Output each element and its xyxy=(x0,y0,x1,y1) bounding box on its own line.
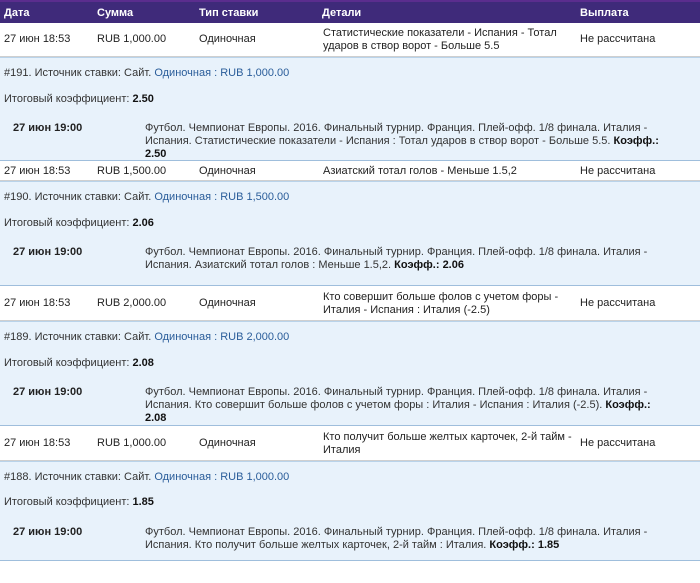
bet-date: 27 июн 18:53 xyxy=(4,164,71,177)
bet-source: #189. Источник ставки: Сайт. Одиночная :… xyxy=(4,331,289,343)
bet-total-coefficient: Итоговый коэффициент: 2.06 xyxy=(4,217,154,229)
event-coeff-label: Коэфф.: xyxy=(489,539,535,551)
event-description: Футбол. Чемпионат Европы. 2016. Финальны… xyxy=(145,122,665,161)
bet-source-link[interactable]: Одиночная : RUB 1,000.00 xyxy=(154,67,289,79)
bet-type: Одиночная xyxy=(199,33,256,45)
bet-amount: RUB 1,000.00 xyxy=(97,33,167,45)
event-coeff-value: 2.06 xyxy=(442,259,464,271)
event-coeff-label: Коэфф.: xyxy=(394,259,440,271)
bet-source-prefix: #191. Источник ставки: Сайт. xyxy=(4,67,152,79)
event-coeff-value: 2.50 xyxy=(145,148,167,160)
bet-summary-row[interactable]: 27 июн 18:53 RUB 1,500.00 Одиночная Азиа… xyxy=(0,162,700,181)
bet-payout: Не рассчитана xyxy=(580,297,656,309)
event-time: 27 июн 19:00 xyxy=(13,526,83,538)
table-header: Дата Сумма Тип ставки Детали Выплата xyxy=(0,2,700,23)
coef-label: Итоговый коэффициент: xyxy=(4,217,130,229)
event-text: Футбол. Чемпионат Европы. 2016. Финальны… xyxy=(145,386,648,411)
bet-details: Кто совершит больше фолов с учетом форы … xyxy=(323,290,559,316)
event-description: Футбол. Чемпионат Европы. 2016. Финальны… xyxy=(145,386,665,425)
header-details: Детали xyxy=(322,6,362,19)
bet-summary-row[interactable]: 27 июн 18:53 RUB 1,000.00 Одиночная Кто … xyxy=(0,427,700,461)
event-time: 27 июн 19:00 xyxy=(13,122,83,134)
event-text: Футбол. Чемпионат Европы. 2016. Финальны… xyxy=(145,526,648,551)
event-time: 27 июн 19:00 xyxy=(13,246,83,258)
event-coeff-label: Коэфф.: xyxy=(605,399,651,411)
bet-amount: RUB 2,000.00 xyxy=(97,297,167,309)
bet-type: Одиночная xyxy=(199,297,256,309)
coef-label: Итоговый коэффициент: xyxy=(4,496,130,508)
bet-entry: 27 июн 18:53 RUB 2,000.00 Одиночная Кто … xyxy=(0,287,700,427)
event-description: Футбол. Чемпионат Европы. 2016. Финальны… xyxy=(145,526,665,552)
bet-source: #191. Источник ставки: Сайт. Одиночная :… xyxy=(4,67,289,79)
bet-date: 27 июн 18:53 xyxy=(4,437,71,449)
bet-details-panel: #191. Источник ставки: Сайт. Одиночная :… xyxy=(0,57,700,161)
bet-source-prefix: #189. Источник ставки: Сайт. xyxy=(4,331,152,343)
bet-details-panel: #188. Источник ставки: Сайт. Одиночная :… xyxy=(0,461,700,561)
bet-type: Одиночная xyxy=(199,437,256,449)
event-description: Футбол. Чемпионат Европы. 2016. Финальны… xyxy=(145,246,665,272)
bet-summary-row[interactable]: 27 июн 18:53 RUB 1,000.00 Одиночная Стат… xyxy=(0,23,700,57)
bet-source-link[interactable]: Одиночная : RUB 1,000.00 xyxy=(154,471,289,483)
bet-source-link[interactable]: Одиночная : RUB 2,000.00 xyxy=(154,331,289,343)
bet-entry: 27 июн 18:53 RUB 1,000.00 Одиночная Стат… xyxy=(0,23,700,162)
coef-label: Итоговый коэффициент: xyxy=(4,93,130,105)
event-text: Футбол. Чемпионат Европы. 2016. Финальны… xyxy=(145,122,648,147)
event-time: 27 июн 19:00 xyxy=(13,386,83,398)
bet-entry: 27 июн 18:53 RUB 1,000.00 Одиночная Кто … xyxy=(0,427,700,562)
bet-payout: Не рассчитана xyxy=(580,437,656,449)
header-payout: Выплата xyxy=(580,6,629,19)
bet-amount: RUB 1,000.00 xyxy=(97,437,167,449)
bet-date: 27 июн 18:53 xyxy=(4,33,71,45)
bet-details-panel: #190. Источник ставки: Сайт. Одиночная :… xyxy=(0,181,700,286)
bet-source-link[interactable]: Одиночная : RUB 1,500.00 xyxy=(154,191,289,203)
event-coeff-value: 2.08 xyxy=(145,412,167,424)
bet-details: Азиатский тотал голов - Меньше 1.5,2 xyxy=(323,164,517,177)
bet-total-coefficient: Итоговый коэффициент: 1.85 xyxy=(4,496,154,508)
bet-payout: Не рассчитана xyxy=(580,164,656,177)
bet-total-coefficient: Итоговый коэффициент: 2.50 xyxy=(4,93,154,105)
header-date: Дата xyxy=(4,6,30,19)
event-coeff-value: 1.85 xyxy=(537,539,560,551)
bet-source-prefix: #188. Источник ставки: Сайт. xyxy=(4,471,152,483)
bet-type: Одиночная xyxy=(199,164,256,177)
coef-label: Итоговый коэффициент: xyxy=(4,357,130,369)
bet-total-coefficient: Итоговый коэффициент: 2.08 xyxy=(4,357,154,369)
coef-value: 2.08 xyxy=(132,357,154,369)
bet-details: Статистические показатели - Испания - То… xyxy=(323,26,557,52)
bet-date: 27 июн 18:53 xyxy=(4,297,71,309)
bet-summary-row[interactable]: 27 июн 18:53 RUB 2,000.00 Одиночная Кто … xyxy=(0,287,700,321)
bet-entry: 27 июн 18:53 RUB 1,500.00 Одиночная Азиа… xyxy=(0,162,700,287)
bet-source: #190. Источник ставки: Сайт. Одиночная :… xyxy=(4,191,289,203)
bet-details-panel: #189. Источник ставки: Сайт. Одиночная :… xyxy=(0,321,700,426)
bet-payout: Не рассчитана xyxy=(580,33,656,45)
bet-source-prefix: #190. Источник ставки: Сайт. xyxy=(4,191,152,203)
header-amount: Сумма xyxy=(97,6,134,19)
coef-value: 2.50 xyxy=(132,93,154,105)
coef-value: 2.06 xyxy=(132,217,154,229)
bet-details: Кто получит больше желтых карточек, 2-й … xyxy=(323,430,572,456)
bet-amount: RUB 1,500.00 xyxy=(97,164,167,177)
event-coeff-label: Коэфф.: xyxy=(613,135,659,147)
header-type: Тип ставки xyxy=(199,6,259,19)
bet-source: #188. Источник ставки: Сайт. Одиночная :… xyxy=(4,471,289,483)
coef-value: 1.85 xyxy=(132,496,154,508)
